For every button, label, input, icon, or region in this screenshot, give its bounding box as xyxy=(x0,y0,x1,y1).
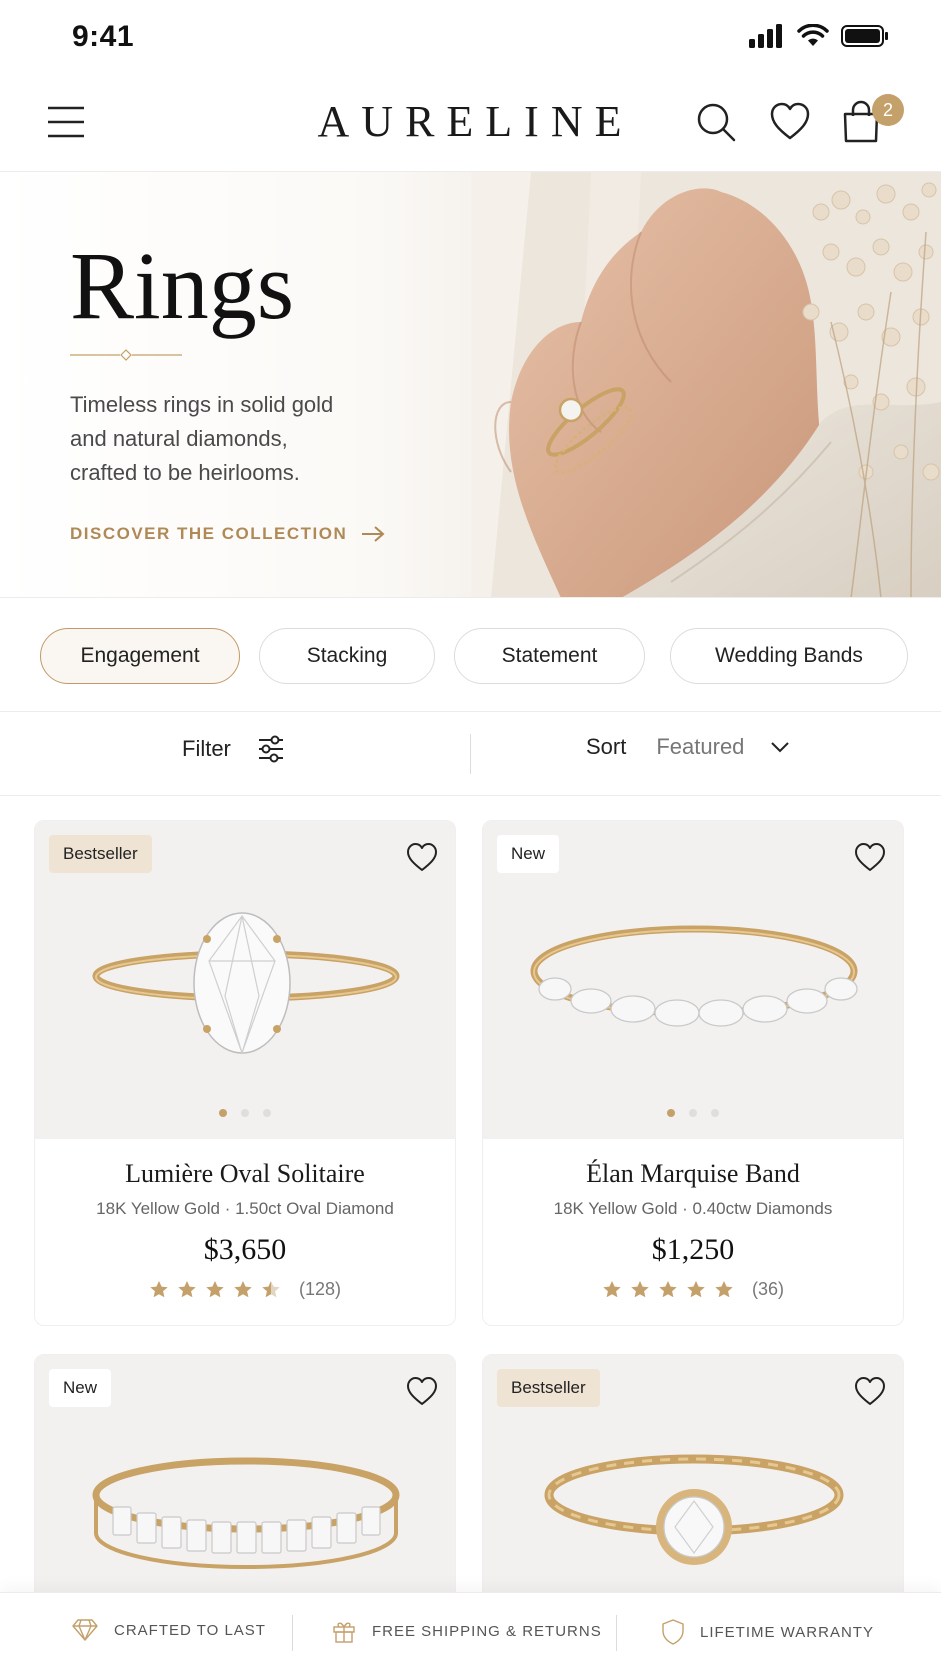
ornament-divider xyxy=(70,349,182,361)
trust-item-crafted: CRAFTED TO LAST xyxy=(72,1619,266,1641)
star-icon xyxy=(715,1281,733,1298)
star-icon xyxy=(659,1281,677,1298)
star-rating xyxy=(602,1280,734,1299)
sort-dropdown[interactable]: Sort Featured xyxy=(586,734,790,760)
search-icon[interactable] xyxy=(694,100,738,144)
trust-item-warranty: LIFETIME WARRANTY xyxy=(662,1619,874,1645)
diamond-icon xyxy=(72,1619,98,1641)
filter-button[interactable]: Filter xyxy=(182,734,285,764)
product-card[interactable]: Bestseller Lumière Oval Solitaire 18K Ye… xyxy=(34,820,456,1326)
bestseller-badge: Bestseller xyxy=(497,1369,600,1407)
sort-label: Sort xyxy=(586,734,627,759)
heart-icon[interactable] xyxy=(405,841,439,873)
chip-statement[interactable]: Statement xyxy=(454,628,645,684)
star-icon xyxy=(150,1281,168,1298)
category-chips: Engagement Stacking Statement Wedding Ba… xyxy=(0,598,941,712)
chevron-down-icon xyxy=(771,742,790,753)
toolbar-divider xyxy=(470,734,471,774)
product-rating: (128) xyxy=(35,1279,455,1300)
product-name[interactable]: Lumière Oval Solitaire xyxy=(35,1159,455,1189)
pagination-dot[interactable] xyxy=(241,1109,249,1117)
status-icons xyxy=(749,24,889,48)
wifi-icon xyxy=(797,24,829,46)
star-icon xyxy=(234,1281,252,1298)
filter-label: Filter xyxy=(182,736,231,761)
star-icon xyxy=(178,1281,196,1298)
product-spec: 18K Yellow Gold · 1.50ct Oval Diamond xyxy=(96,1199,394,1218)
product-price: $3,650 xyxy=(203,1233,287,1266)
new-badge: New xyxy=(497,835,560,873)
sliders-icon xyxy=(258,735,283,763)
pagination-dot[interactable] xyxy=(667,1109,675,1117)
chip-wedding-bands[interactable]: Wedding Bands xyxy=(670,628,908,684)
cart-count-badge: 2 xyxy=(872,94,904,126)
trust-divider xyxy=(616,1615,617,1651)
pagination-dot[interactable] xyxy=(689,1109,697,1117)
trust-label: LIFETIME WARRANTY xyxy=(700,1623,874,1641)
trust-divider xyxy=(292,1615,293,1651)
bestseller-badge: Bestseller xyxy=(49,835,152,873)
product-card[interactable]: New Élan Marquise Band 18K Yellow Gold ·… xyxy=(482,820,904,1326)
sort-value: Featured xyxy=(656,734,745,759)
signal-icon xyxy=(749,24,782,48)
top-nav: AURELINE 2 xyxy=(0,80,941,172)
product-info: Élan Marquise Band 18K Yellow Gold · 0.4… xyxy=(483,1139,903,1300)
star-icon xyxy=(603,1281,621,1298)
star-rating xyxy=(149,1280,281,1299)
heart-icon[interactable] xyxy=(853,1375,887,1407)
product-spec: 18K Yellow Gold · 0.40ctw Diamonds xyxy=(553,1199,833,1218)
wishlist-icon[interactable] xyxy=(768,100,812,144)
cta-label: DISCOVER THE COLLECTION xyxy=(70,524,348,543)
battery-icon xyxy=(841,25,888,47)
product-rating: (36) xyxy=(483,1279,903,1300)
new-badge: New xyxy=(49,1369,112,1407)
arrow-right-icon xyxy=(362,526,385,542)
discover-collection-link[interactable]: DISCOVER THE COLLECTION xyxy=(70,524,385,544)
image-pagination xyxy=(35,1109,455,1117)
star-icon xyxy=(206,1281,224,1298)
filter-sort-bar: Filter Sort Featured xyxy=(0,712,941,796)
trust-bar: CRAFTED TO LAST FREE SHIPPING & RETURNS … xyxy=(0,1592,941,1672)
shield-icon xyxy=(662,1619,684,1645)
star-icon xyxy=(687,1281,705,1298)
image-pagination xyxy=(483,1109,903,1117)
hero-banner: Rings Timeless rings in solid gold and n… xyxy=(0,172,941,598)
product-price: $1,250 xyxy=(651,1233,735,1266)
product-info: Lumière Oval Solitaire 18K Yellow Gold ·… xyxy=(35,1139,455,1300)
review-count[interactable]: (36) xyxy=(752,1279,784,1300)
pagination-dot[interactable] xyxy=(263,1109,271,1117)
star-half-icon xyxy=(262,1281,280,1298)
pagination-dot[interactable] xyxy=(711,1109,719,1117)
hero-description: Timeless rings in solid gold and natural… xyxy=(70,392,334,485)
trust-label: FREE SHIPPING & RETURNS xyxy=(372,1622,602,1640)
star-icon xyxy=(631,1281,649,1298)
heart-icon[interactable] xyxy=(405,1375,439,1407)
review-count[interactable]: (128) xyxy=(299,1279,341,1300)
gift-icon xyxy=(333,1622,355,1643)
status-bar: 9:41 xyxy=(0,0,941,80)
trust-label: CRAFTED TO LAST xyxy=(114,1621,266,1639)
hero-image xyxy=(471,172,941,597)
heart-icon[interactable] xyxy=(853,841,887,873)
pagination-dot[interactable] xyxy=(219,1109,227,1117)
chip-stacking[interactable]: Stacking xyxy=(259,628,435,684)
chip-engagement[interactable]: Engagement xyxy=(40,628,240,684)
page-title: Rings xyxy=(70,232,295,339)
product-name[interactable]: Élan Marquise Band xyxy=(483,1159,903,1189)
trust-item-shipping: FREE SHIPPING & RETURNS xyxy=(332,1619,602,1643)
status-time: 9:41 xyxy=(72,20,135,53)
